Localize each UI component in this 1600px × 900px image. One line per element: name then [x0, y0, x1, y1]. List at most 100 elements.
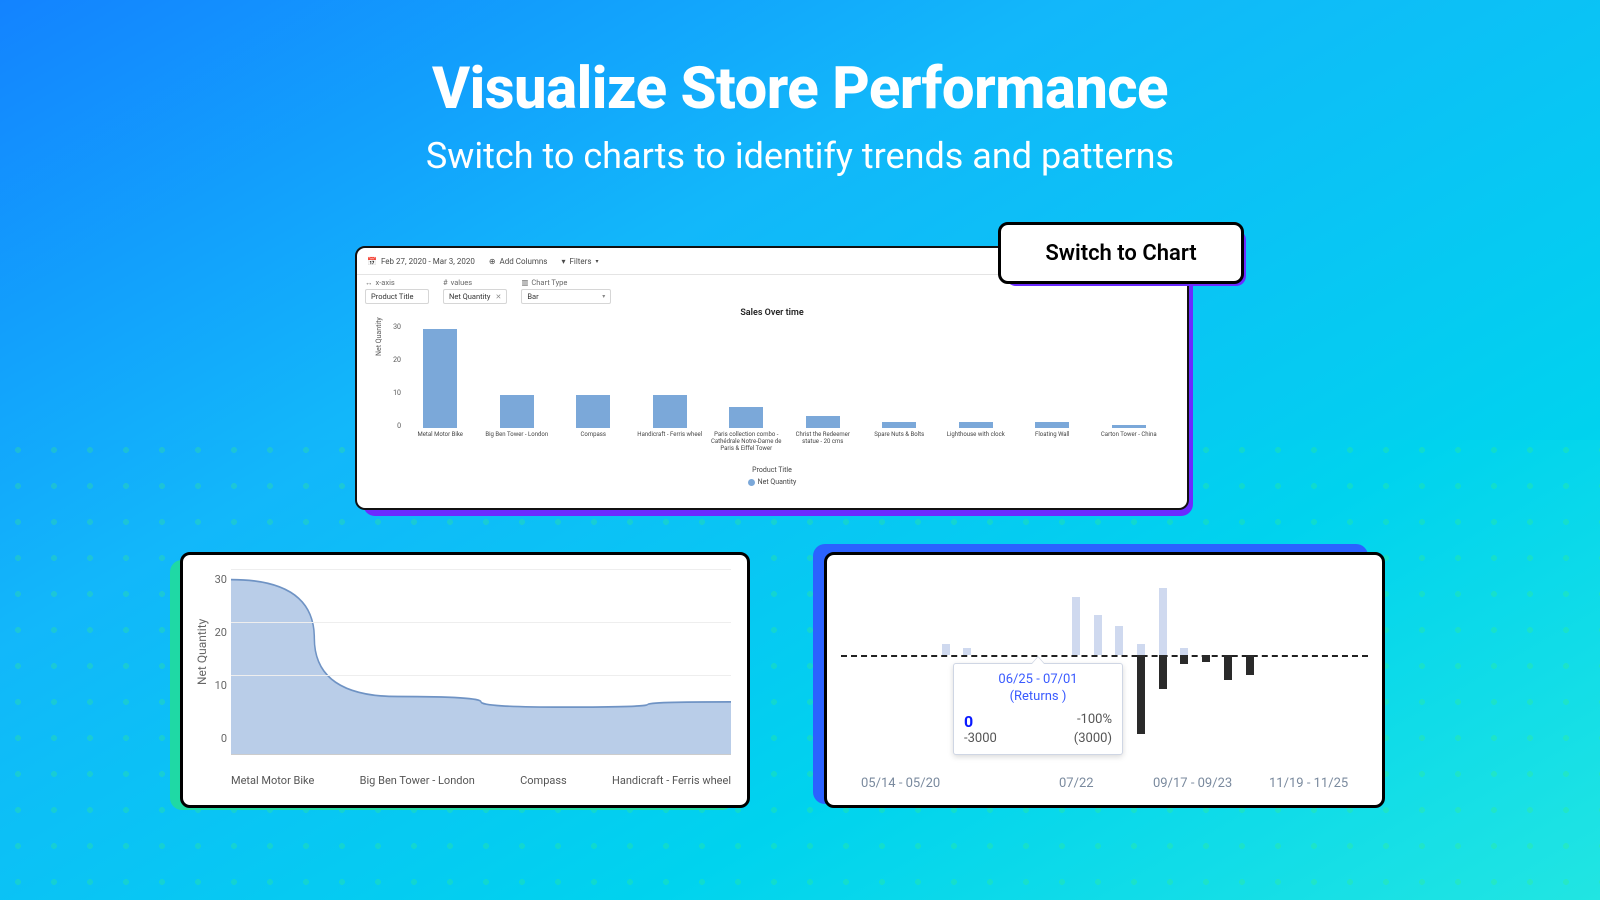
x-label: 07/22	[1059, 776, 1094, 791]
page-subtitle: Switch to charts to identify trends and …	[0, 135, 1600, 177]
chart-type-config-label: Chart Type	[531, 278, 567, 287]
column-bar-negative[interactable]	[1180, 655, 1188, 664]
date-range-text: Feb 27, 2020 - Mar 3, 2020	[381, 257, 475, 266]
bar[interactable]	[1035, 422, 1069, 428]
page-title: Visualize Store Performance	[0, 55, 1600, 123]
x-axis-selector[interactable]: Product Title	[365, 289, 429, 304]
main-chart-title: Sales Over time	[357, 308, 1187, 318]
add-columns-label: Add Columns	[500, 257, 548, 266]
column-bar-negative[interactable]	[1202, 655, 1210, 662]
y-tick: 20	[211, 626, 227, 639]
x-label: Christ the Redeemer statue - 20 cms	[787, 432, 859, 453]
column-bar-negative[interactable]	[1246, 655, 1254, 675]
x-label: Compass	[557, 432, 629, 453]
bar[interactable]	[423, 329, 457, 428]
legend-dot-icon	[748, 479, 755, 486]
x-label: Paris collection combo - Cathédrale Notr…	[710, 432, 782, 453]
main-x-labels: Metal Motor BikeBig Ben Tower - LondonCo…	[402, 432, 1167, 453]
chart-type-config[interactable]: ▥Chart Type Bar ▾	[521, 278, 611, 304]
bar[interactable]	[806, 416, 840, 428]
remove-chip-icon[interactable]: ✕	[495, 293, 501, 301]
tooltip-pct: -100%	[1077, 712, 1112, 731]
x-axis-title: Product Title	[357, 466, 1187, 474]
chevron-down-icon: ▾	[602, 293, 605, 300]
tooltip-metric: (Returns )	[964, 689, 1112, 704]
bar[interactable]	[576, 395, 610, 428]
x-label: Big Ben Tower - London	[360, 774, 475, 787]
axis-icon: ↔	[365, 278, 373, 287]
area-plot	[231, 569, 731, 755]
add-columns-button[interactable]: ⊕ Add Columns	[489, 257, 548, 266]
column-bar[interactable]	[963, 648, 971, 655]
values-selector[interactable]: Net Quantity ✕	[443, 289, 507, 304]
x-label: Big Ben Tower - London	[481, 432, 553, 453]
bar[interactable]	[500, 395, 534, 428]
x-label: Metal Motor Bike	[231, 774, 314, 787]
tooltip-delta: -3000	[964, 731, 997, 746]
tooltip-value: 0	[964, 712, 973, 731]
tooltip-range: 06/25 - 07/01	[964, 672, 1112, 687]
column-bar[interactable]	[1159, 588, 1167, 656]
plus-circle-icon: ⊕	[489, 257, 496, 266]
chart-type-selector[interactable]: Bar ▾	[521, 289, 611, 304]
column-bar[interactable]	[942, 644, 950, 655]
switch-to-chart-button[interactable]: Switch to Chart	[998, 222, 1244, 284]
area-x-labels: Metal Motor Bike Big Ben Tower - London …	[231, 774, 731, 787]
bar[interactable]	[653, 395, 687, 428]
column-tooltip: 06/25 - 07/01 (Returns ) 0 -100% -3000 (30…	[953, 663, 1123, 755]
bar[interactable]	[729, 407, 763, 428]
x-label: Compass	[520, 774, 567, 787]
area-y-axis-label: Net Quantity	[195, 619, 209, 685]
y-tick: 10	[211, 679, 227, 692]
filter-icon: ▾	[561, 257, 565, 266]
column-bar-negative[interactable]	[1159, 655, 1167, 689]
column-bar-negative[interactable]	[1224, 655, 1232, 680]
y-tick: 30	[391, 323, 401, 331]
y-axis-label: Net Quantity	[375, 317, 383, 356]
x-label: Handicraft - Ferris wheel	[612, 774, 731, 787]
values-value: Net Quantity	[449, 292, 490, 301]
x-label: Spare Nuts & Bolts	[863, 432, 935, 453]
filters-label: Filters	[569, 257, 591, 266]
column-bar[interactable]	[1072, 597, 1080, 656]
column-bar-negative[interactable]	[1137, 655, 1145, 734]
chart-type-value: Bar	[527, 292, 538, 301]
x-label: 05/14 - 05/20	[861, 776, 940, 791]
main-chart-legend: Net Quantity	[357, 478, 1187, 486]
y-tick: 10	[391, 389, 401, 397]
column-bar[interactable]	[1094, 615, 1102, 656]
chevron-down-icon: ▾	[595, 258, 598, 265]
area-chart-card: Net Quantity 30 20 10 0 Metal Motor Bike…	[180, 552, 750, 808]
column-chart-card: 05/14 - 05/20 07/22 09/17 - 09/23 11/19 …	[824, 552, 1385, 808]
hash-icon: #	[443, 278, 448, 287]
hero-background: Visualize Store Performance Switch to ch…	[0, 0, 1600, 900]
x-label: 11/19 - 11/25	[1269, 776, 1348, 791]
date-range-picker[interactable]: 📅 Feb 27, 2020 - Mar 3, 2020	[367, 257, 475, 266]
legend-label: Net Quantity	[758, 478, 797, 486]
y-tick: 0	[211, 732, 227, 745]
column-bar[interactable]	[1137, 644, 1145, 655]
main-bar-chart	[402, 323, 1167, 428]
calendar-icon: 📅	[367, 257, 377, 266]
bar[interactable]	[959, 422, 993, 428]
switch-pill-label: Switch to Chart	[1045, 241, 1196, 266]
filters-button[interactable]: ▾ Filters ▾	[561, 257, 598, 266]
y-tick: 20	[391, 356, 401, 364]
column-bar[interactable]	[1115, 626, 1123, 655]
chart-icon: ▥	[521, 278, 528, 287]
bar[interactable]	[882, 422, 916, 428]
x-label: Lighthouse with clock	[940, 432, 1012, 453]
x-label: 09/17 - 09/23	[1153, 776, 1232, 791]
values-config[interactable]: #values Net Quantity ✕	[443, 278, 507, 304]
x-label: Metal Motor Bike	[404, 432, 476, 453]
values-config-label: values	[451, 278, 472, 287]
y-tick: 30	[211, 573, 227, 586]
bar[interactable]	[1112, 425, 1146, 428]
x-label: Carton Tower - China	[1093, 432, 1165, 453]
x-axis-config[interactable]: ↔x-axis Product Title	[365, 278, 429, 304]
tooltip-prev: (3000)	[1074, 731, 1112, 746]
x-axis-config-label: x-axis	[376, 278, 395, 287]
x-label: Handicraft - Ferris wheel	[634, 432, 706, 453]
chart-config-row: ↔x-axis Product Title #values Net Quanti…	[365, 278, 611, 304]
column-bar[interactable]	[1180, 648, 1188, 655]
